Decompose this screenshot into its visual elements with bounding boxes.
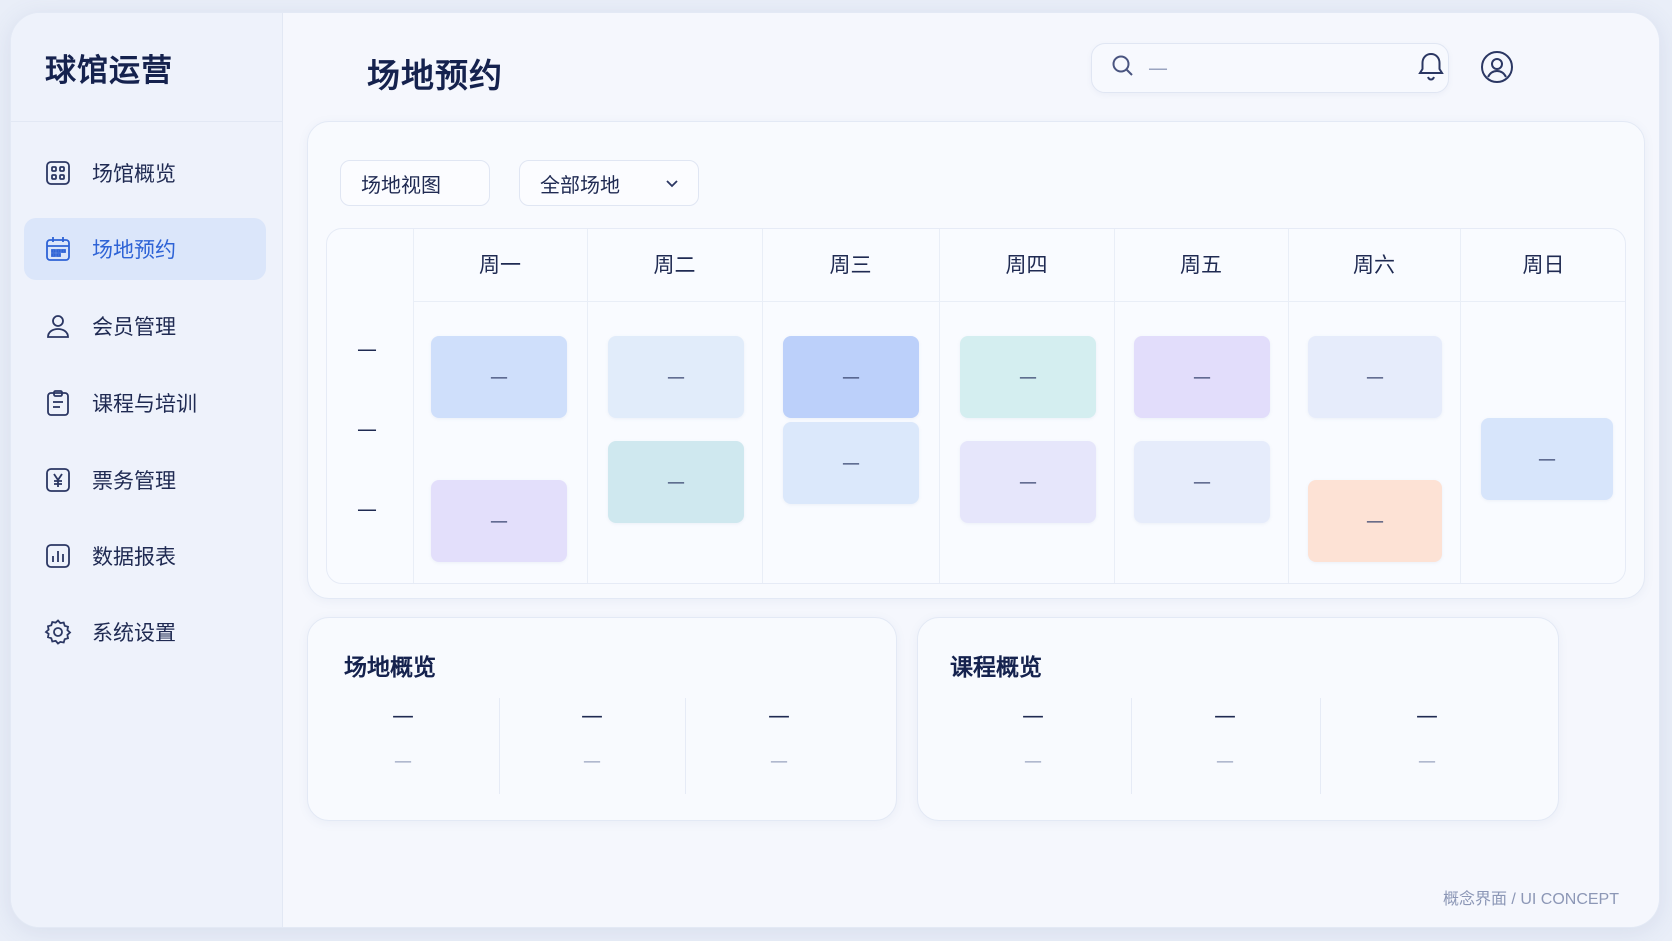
column-divider [413,229,414,583]
day-header-sun: 周日 [1522,253,1565,277]
column-divider [1460,229,1461,583]
column-divider [939,229,940,583]
sidebar-item-label: 票务管理 [92,469,176,493]
search-box[interactable] [1091,43,1449,93]
booking-slot[interactable]: — [1134,441,1270,523]
venue-stat: — — [744,704,814,772]
column-divider [587,229,588,583]
sidebar-item-label: 系统设置 [92,621,176,645]
course-stat: — — [998,704,1068,772]
venue-stat: — — [368,704,438,772]
stat-divider [1320,698,1321,794]
page-title: 场地预约 [367,56,503,95]
stat-value: — [1416,704,1438,729]
stat-label: — [1024,751,1042,772]
bell-icon[interactable] [1413,49,1449,85]
stat-label: — [394,751,412,772]
time-label: — [357,337,377,361]
course-overview-title: 课程概览 [950,655,1042,681]
search-icon [1110,53,1136,83]
header-divider [413,301,1625,302]
stat-value: — [392,704,414,729]
column-divider [1288,229,1289,583]
stat-label: — [1418,751,1436,772]
day-header-thu: 周四 [1005,253,1048,277]
user-icon [44,312,72,340]
account-icon[interactable] [1479,49,1515,85]
stat-label: — [583,751,601,772]
booking-slot[interactable]: — [431,480,567,562]
booking-slot[interactable]: — [1308,336,1442,418]
booking-slot[interactable]: — [608,441,744,523]
sidebar: 球馆运营 场馆概览 场地预约 会员管理 课程与培训 票务管理 数据报表 系统设置 [11,13,283,927]
booking-slot[interactable]: — [960,336,1096,418]
booking-slot[interactable]: — [783,422,919,504]
weekly-schedule-grid: 周一 周二 周三 周四 周五 周六 周日 — — — — — — — — — —… [326,228,1626,584]
dashboard-icon [44,159,72,187]
sidebar-item-label: 数据报表 [92,545,176,569]
venue-overview-card: 场地概览 — — — — — — [307,617,897,821]
booking-slot[interactable]: — [1481,418,1613,500]
time-label: — [357,497,377,521]
day-header-fri: 周五 [1180,253,1222,277]
sidebar-item-venue-overview[interactable]: 场馆概览 [24,142,266,204]
sidebar-item-courses[interactable]: 课程与培训 [24,372,266,434]
stat-divider [685,698,686,794]
stat-value: — [581,704,603,729]
booking-slot[interactable]: — [431,336,567,418]
bar-chart-icon [44,542,72,570]
app-window: 球馆运营 场馆概览 场地预约 会员管理 课程与培训 票务管理 数据报表 系统设置… [10,12,1660,928]
venue-filter-select[interactable]: 全部场地 [519,160,699,206]
stat-value: — [1214,704,1236,729]
day-header-wed: 周三 [829,253,872,277]
sidebar-item-label: 课程与培训 [92,392,197,416]
course-overview-card: 课程概览 — — — — — — [917,617,1559,821]
booking-slot[interactable]: — [960,441,1096,523]
venue-overview-title: 场地概览 [344,655,436,681]
search-input[interactable] [1148,56,1428,80]
day-header-tue: 周二 [653,253,696,277]
stat-value: — [768,704,790,729]
venue-filter-label: 全部场地 [540,172,620,197]
course-stat: — — [1190,704,1260,772]
stat-divider [499,698,500,794]
view-toggle-button[interactable]: 场地视图 [340,160,490,206]
sidebar-item-members[interactable]: 会员管理 [24,295,266,357]
sidebar-item-label: 会员管理 [92,315,176,339]
booking-slot[interactable]: — [783,336,919,418]
main-content: 场地预约 场地视图 全部场地 [283,13,1659,927]
sidebar-item-label: 场馆概览 [92,162,176,186]
footer-caption: 概念界面 / UI CONCEPT [1442,891,1619,908]
time-label: — [357,417,377,441]
stat-label: — [1216,751,1234,772]
booking-slot[interactable]: — [1308,480,1442,562]
column-divider [762,229,763,583]
gear-icon [44,618,72,646]
clipboard-icon [44,389,72,417]
sidebar-item-court-booking[interactable]: 场地预约 [24,218,266,280]
stat-label: — [770,751,788,772]
course-stat: — — [1392,704,1462,772]
ticket-yen-icon [44,466,72,494]
booking-slot[interactable]: — [608,336,744,418]
column-divider [1114,229,1115,583]
schedule-card: 场地视图 全部场地 周一 周二 周三 周四 周五 周六 周日 — — — — —… [307,121,1645,599]
chevron-down-icon [662,173,682,193]
stat-value: — [1022,704,1044,729]
sidebar-item-reports[interactable]: 数据报表 [24,525,266,587]
view-toggle-label: 场地视图 [361,172,441,197]
day-header-sat: 周六 [1353,253,1395,277]
booking-slot[interactable]: — [1134,336,1270,418]
venue-stat: — — [557,704,627,772]
sidebar-item-tickets[interactable]: 票务管理 [24,449,266,511]
brand-title: 球馆运营 [11,13,282,122]
sidebar-item-settings[interactable]: 系统设置 [24,601,266,663]
day-header-mon: 周一 [479,253,521,277]
calendar-icon [44,235,72,263]
sidebar-item-label: 场地预约 [92,238,176,262]
stat-divider [1131,698,1132,794]
